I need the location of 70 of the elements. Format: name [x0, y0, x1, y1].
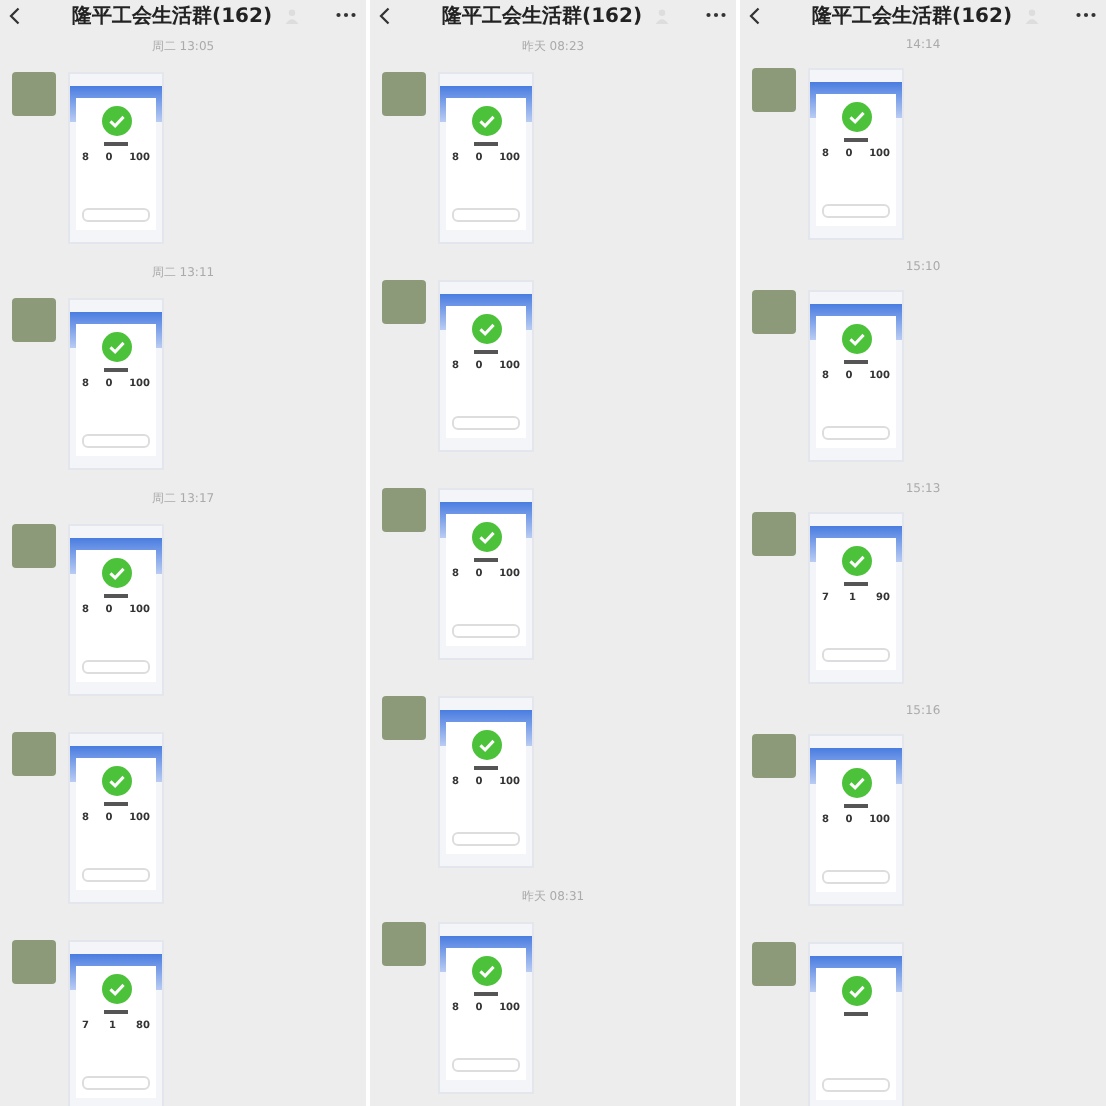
title-line: [104, 1010, 128, 1014]
screenshot-image[interactable]: [808, 942, 904, 1106]
title-line: [844, 360, 868, 364]
screenshot-button-outline: [452, 1058, 520, 1072]
title-line: [104, 594, 128, 598]
screenshot-button-outline: [822, 204, 890, 218]
title-line: [474, 766, 498, 770]
back-icon[interactable]: [748, 5, 760, 25]
screenshot-button-outline: [452, 416, 520, 430]
check-icon: [101, 974, 131, 1004]
avatar-photo-placeholder: [382, 280, 426, 324]
screenshot-button-outline: [452, 624, 520, 638]
title-line: [474, 558, 498, 562]
title-line: [474, 142, 498, 146]
avatar-photo-placeholder: [752, 512, 796, 556]
avatar-photo-placeholder: [752, 290, 796, 334]
more-icon[interactable]: [704, 12, 728, 18]
check-icon: [101, 106, 131, 136]
check-icon: [471, 956, 501, 986]
screenshot-button-outline: [822, 870, 890, 884]
title-line: [844, 582, 868, 586]
avatar-photo-placeholder: [752, 68, 796, 112]
check-icon: [101, 332, 131, 362]
more-icon[interactable]: [334, 12, 358, 18]
check-icon: [101, 558, 131, 588]
check-icon: [471, 314, 501, 344]
screenshot-button-outline: [82, 660, 150, 674]
title-line: [104, 142, 128, 146]
avatar-photo-placeholder: [382, 72, 426, 116]
avatar-photo-placeholder: [382, 696, 426, 740]
back-icon[interactable]: [378, 5, 390, 25]
avatar-photo-placeholder: [12, 524, 56, 568]
chat-title: 隆平工会生活群(162): [442, 3, 643, 29]
screenshot-button-outline: [82, 208, 150, 222]
title-line: [844, 138, 868, 142]
check-icon: [101, 766, 131, 796]
avatar-photo-placeholder: [12, 298, 56, 342]
screenshot-button-outline: [452, 208, 520, 222]
avatar-photo-placeholder: [12, 940, 56, 984]
check-icon: [841, 324, 871, 354]
more-icon[interactable]: [1074, 12, 1098, 18]
title-line: [844, 1012, 868, 1016]
avatar-photo-placeholder: [12, 72, 56, 116]
title-line: [474, 350, 498, 354]
chat-title: 隆平工会生活群(162): [72, 3, 273, 29]
avatar-photo-placeholder: [12, 732, 56, 776]
title-line: [104, 368, 128, 372]
title-line: [104, 802, 128, 806]
check-icon: [841, 976, 871, 1006]
screenshot-button-outline: [452, 832, 520, 846]
check-icon: [471, 522, 501, 552]
screenshot-button-outline: [82, 868, 150, 882]
avatar-photo-placeholder: [382, 488, 426, 532]
title-line: [474, 992, 498, 996]
screenshot-button-outline: [822, 1078, 890, 1092]
avatar-photo-placeholder: [752, 734, 796, 778]
screenshot-button-outline: [822, 426, 890, 440]
screenshot-button-outline: [82, 434, 150, 448]
check-icon: [841, 102, 871, 132]
chat-title: 隆平工会生活群(162): [812, 3, 1013, 29]
screenshot-button-outline: [82, 1076, 150, 1090]
check-icon: [471, 106, 501, 136]
check-icon: [841, 546, 871, 576]
check-icon: [841, 768, 871, 798]
back-icon[interactable]: [8, 5, 20, 25]
avatar-photo-placeholder: [382, 922, 426, 966]
screenshot-button-outline: [822, 648, 890, 662]
title-line: [844, 804, 868, 808]
check-icon: [471, 730, 501, 760]
avatar-photo-placeholder: [752, 942, 796, 986]
